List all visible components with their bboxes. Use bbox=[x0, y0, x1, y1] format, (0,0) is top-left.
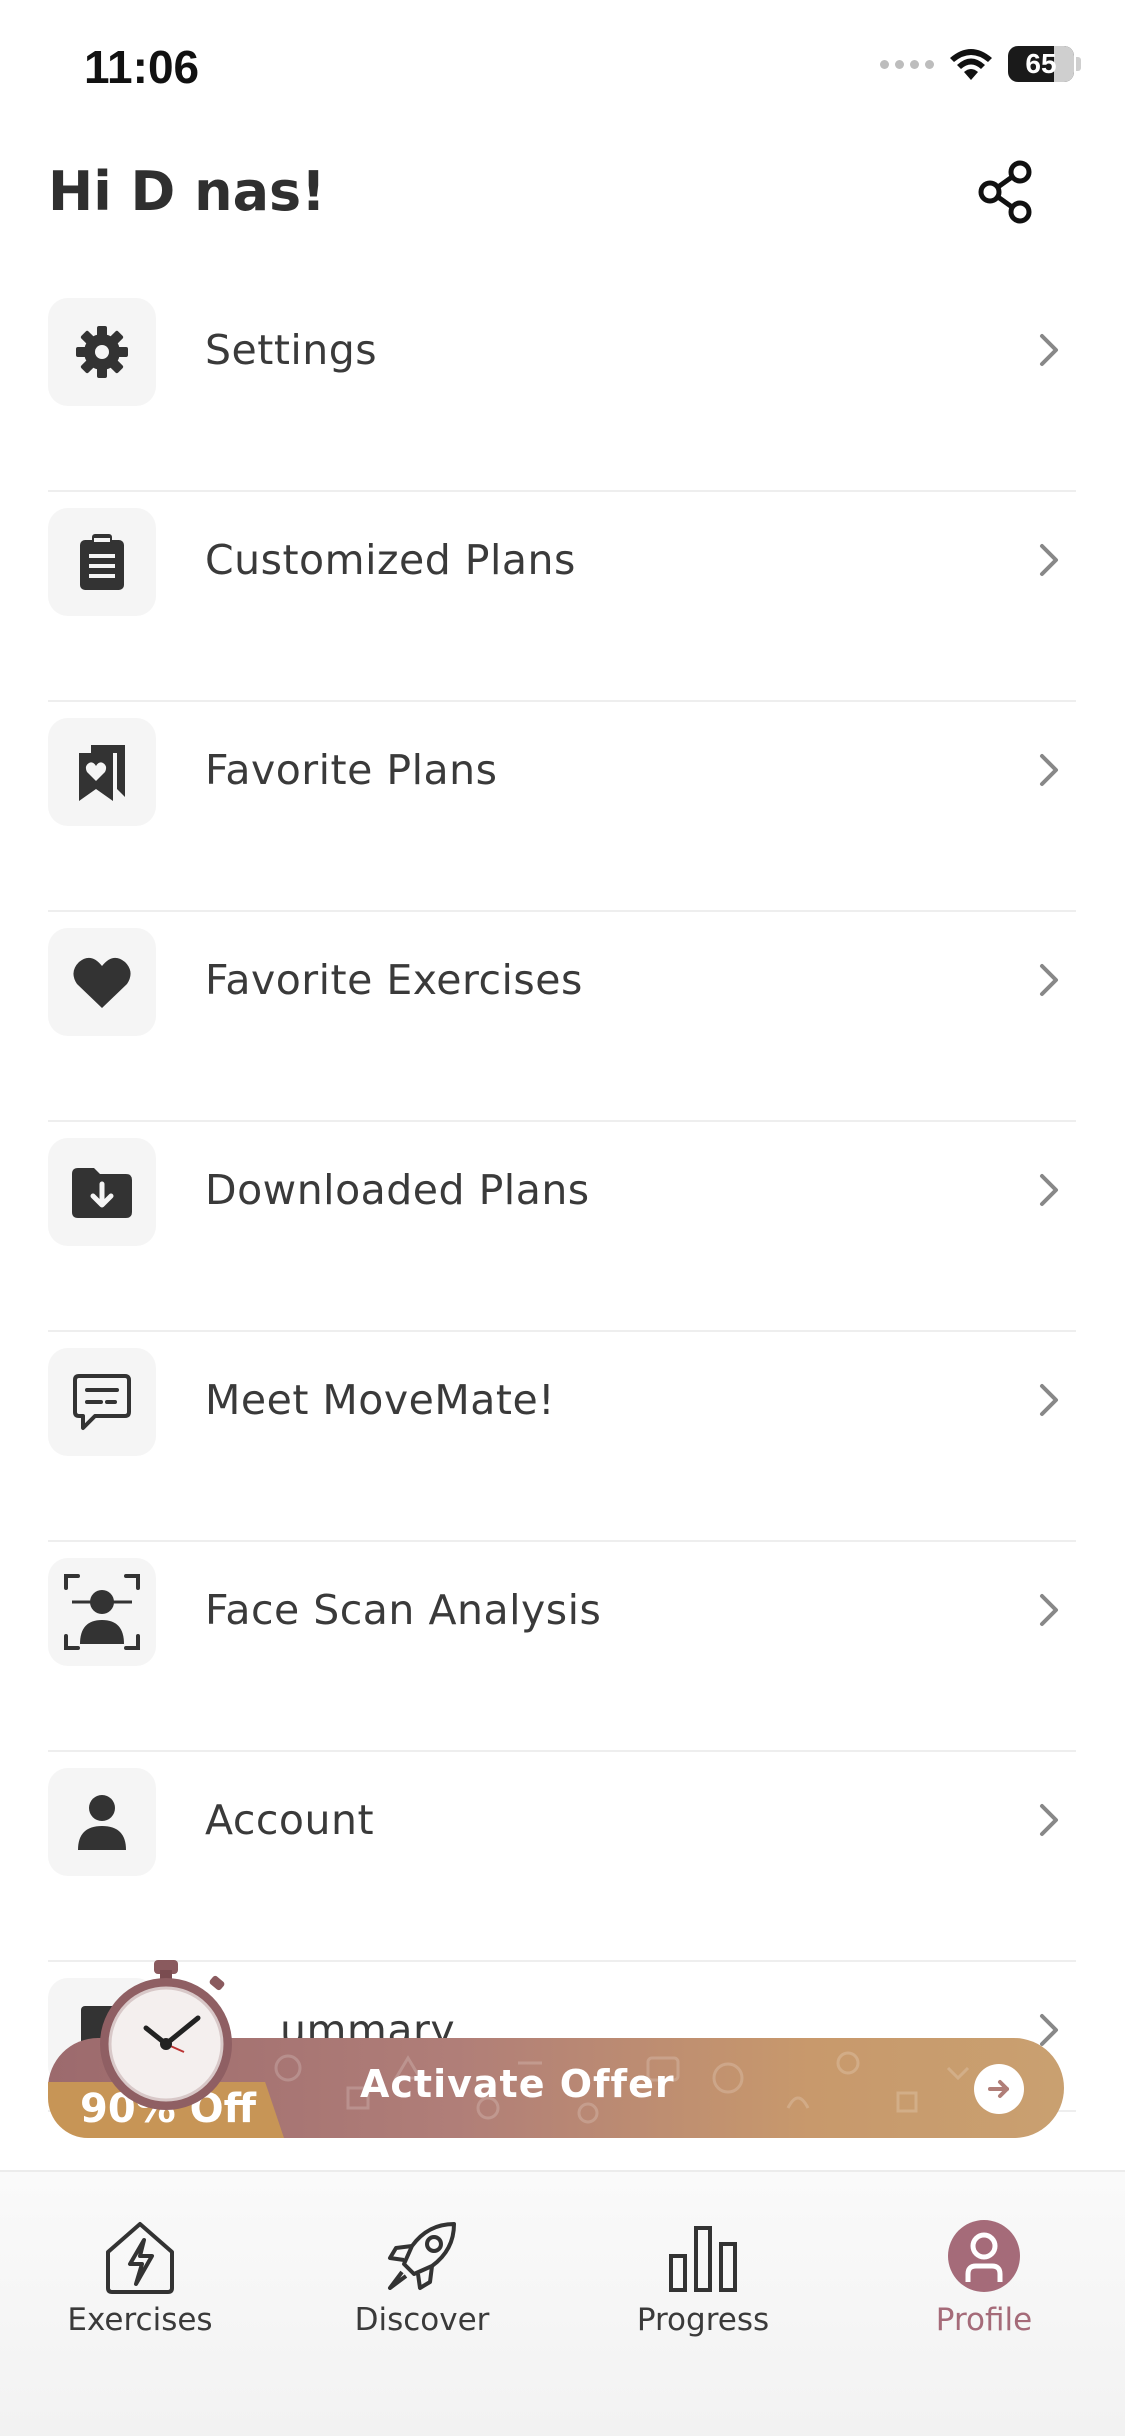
arrow-right-icon[interactable] bbox=[974, 2064, 1024, 2114]
status-bar: 11:06 65 bbox=[0, 0, 1125, 140]
stopwatch-icon bbox=[100, 1960, 232, 2110]
menu-icon-box bbox=[48, 1348, 156, 1456]
user-icon bbox=[78, 1795, 126, 1850]
battery-icon: 65 bbox=[1008, 46, 1074, 82]
menu-item-label: Downloaded Plans bbox=[205, 1166, 590, 1214]
menu-item-label: Face Scan Analysis bbox=[205, 1586, 602, 1634]
menu-item-favorite-plans[interactable]: Favorite Plans bbox=[48, 702, 1076, 912]
menu-icon-box bbox=[48, 1558, 156, 1666]
menu-icon-box bbox=[48, 508, 156, 616]
profile-menu: Settings Customized Plans Favorite Plans… bbox=[48, 282, 1076, 2112]
menu-item-label: Customized Plans bbox=[205, 536, 576, 584]
menu-icon-box bbox=[48, 928, 156, 1036]
chat-bubble-icon bbox=[73, 1374, 131, 1430]
menu-item-favorite-exercises[interactable]: Favorite Exercises bbox=[48, 912, 1076, 1122]
chevron-right-icon bbox=[1040, 754, 1058, 786]
menu-item-settings[interactable]: Settings bbox=[48, 282, 1076, 492]
bar-chart-icon bbox=[658, 2214, 748, 2298]
rocket-icon bbox=[377, 2214, 467, 2298]
activate-offer-label: Activate Offer bbox=[360, 2062, 675, 2106]
profile-icon bbox=[939, 2214, 1029, 2298]
heart-icon bbox=[73, 957, 131, 1008]
chevron-right-icon bbox=[1040, 1594, 1058, 1626]
menu-item-face-scan-analysis[interactable]: Face Scan Analysis bbox=[48, 1542, 1076, 1752]
chevron-right-icon bbox=[1040, 1804, 1058, 1836]
chevron-right-icon bbox=[1040, 544, 1058, 576]
tab-exercises[interactable]: Exercises bbox=[40, 2214, 240, 2344]
tab-profile[interactable]: Profile bbox=[884, 2214, 1084, 2344]
menu-item-meet-movemate[interactable]: Meet MoveMate! bbox=[48, 1332, 1076, 1542]
face-scan-icon bbox=[64, 1574, 140, 1650]
chevron-right-icon bbox=[1040, 964, 1058, 996]
status-indicators: 65 bbox=[880, 46, 1081, 82]
menu-item-customized-plans[interactable]: Customized Plans bbox=[48, 492, 1076, 702]
menu-icon-box bbox=[48, 1138, 156, 1246]
menu-item-label: Account bbox=[205, 1796, 375, 1844]
tab-label: Progress bbox=[636, 2302, 770, 2338]
tab-label: Profile bbox=[935, 2302, 1033, 2338]
share-icon[interactable] bbox=[976, 160, 1036, 224]
tab-progress[interactable]: Progress bbox=[603, 2214, 803, 2344]
chevron-right-icon bbox=[1040, 1174, 1058, 1206]
folder-download-icon bbox=[72, 1168, 132, 1218]
menu-item-label: Settings bbox=[205, 326, 378, 374]
chevron-right-icon bbox=[1040, 1384, 1058, 1416]
menu-item-label: Meet MoveMate! bbox=[205, 1376, 556, 1424]
menu-item-label: Favorite Plans bbox=[205, 746, 498, 794]
tab-label: Discover bbox=[354, 2302, 490, 2338]
menu-item-account[interactable]: Account bbox=[48, 1752, 1076, 1962]
chevron-right-icon bbox=[1040, 334, 1058, 366]
menu-item-label: Favorite Exercises bbox=[205, 956, 583, 1004]
bottom-tab-bar: Exercises Discover Progress Profile bbox=[0, 2170, 1125, 2436]
battery-percentage: 65 bbox=[1025, 48, 1057, 79]
bookmark-heart-icon bbox=[79, 745, 125, 801]
status-time: 11:06 bbox=[84, 41, 200, 93]
clipboard-icon bbox=[80, 534, 124, 590]
wifi-icon bbox=[950, 49, 992, 80]
tab-discover[interactable]: Discover bbox=[322, 2214, 522, 2344]
gear-icon bbox=[76, 326, 128, 378]
page-title: Hi D nas! bbox=[48, 160, 326, 223]
cellular-signal-icon bbox=[880, 59, 934, 69]
menu-item-downloaded-plans[interactable]: Downloaded Plans bbox=[48, 1122, 1076, 1332]
tab-label: Exercises bbox=[67, 2302, 213, 2338]
menu-icon-box bbox=[48, 718, 156, 826]
house-lightning-icon bbox=[95, 2214, 185, 2298]
menu-icon-box bbox=[48, 1768, 156, 1876]
menu-icon-box bbox=[48, 298, 156, 406]
